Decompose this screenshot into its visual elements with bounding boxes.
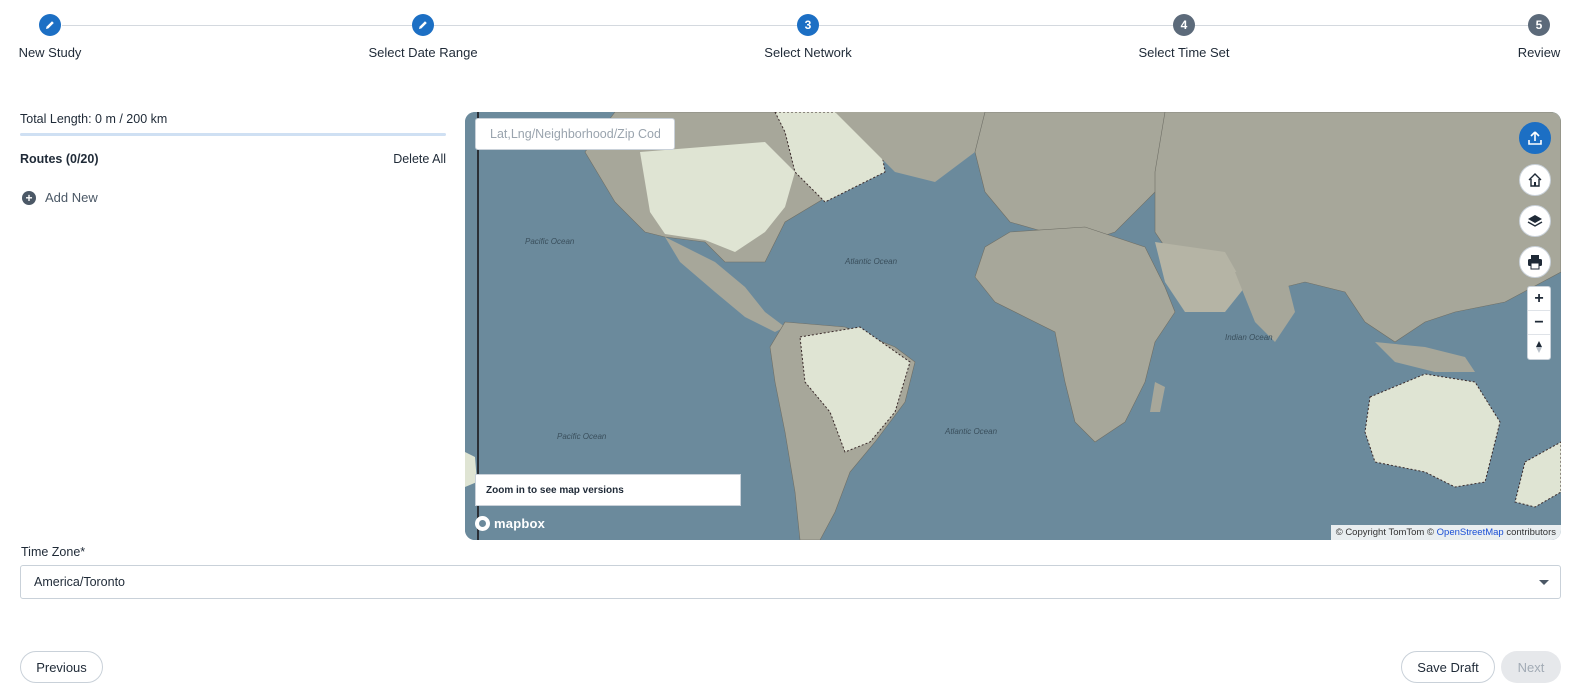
edit-icon [412,14,434,36]
step-number: 4 [1173,14,1195,36]
time-zone-value: America/Toronto [34,575,126,589]
length-progress-bar [20,133,446,136]
step-label: Select Date Range [368,45,478,60]
step-new-study[interactable]: New Study [0,14,150,60]
compass-icon [1536,341,1542,353]
time-zone-label: Time Zone* [21,545,86,559]
home-icon [1528,173,1542,187]
routes-header: Routes (0/20) Delete All [20,152,446,166]
add-new-route-button[interactable]: + Add New [20,190,446,205]
next-button[interactable]: Next [1501,651,1561,683]
step-number: 3 [797,14,819,36]
zoom-controls: + − [1527,286,1551,360]
mapbox-logo: mapbox [475,516,545,531]
openstreetmap-link[interactable]: OpenStreetMap [1437,527,1504,538]
step-label: Review [1517,45,1561,60]
ocean-label: Atlantic Ocean [844,257,898,266]
plus-circle-icon: + [22,190,36,205]
save-draft-button[interactable]: Save Draft [1401,651,1495,683]
map-attribution: © Copyright TomTom © OpenStreetMap contr… [1330,525,1561,540]
upload-icon [1528,131,1542,145]
zoom-hint-banner: Zoom in to see map versions [475,474,741,506]
print-icon [1528,255,1542,270]
layers-icon [1527,215,1543,227]
caret-down-icon [1539,580,1549,585]
step-review[interactable]: 5 Review [1439,14,1590,60]
step-number: 5 [1528,14,1550,36]
home-button[interactable] [1519,164,1551,196]
edit-icon [39,14,61,36]
print-button[interactable] [1519,246,1551,278]
upload-button[interactable] [1519,122,1551,154]
step-select-network[interactable]: 3 Select Network [708,14,908,60]
step-label: New Study [18,45,82,60]
zoom-in-button[interactable]: + [1528,287,1550,311]
time-zone-select[interactable]: America/Toronto [20,565,1561,599]
map-view[interactable]: Pacific Ocean Atlantic Ocean Indian Ocea… [465,112,1561,540]
step-label: Select Time Set [1138,45,1230,60]
total-length-text: Total Length: 0 m / 200 km [20,112,168,126]
routes-count-title: Routes (0/20) [20,152,99,166]
compass-button[interactable] [1528,335,1550,359]
ocean-label: Indian Ocean [1225,333,1273,342]
ocean-label: Pacific Ocean [557,432,607,441]
step-label: Select Network [764,45,852,60]
mapbox-logo-icon [475,516,490,531]
ocean-label: Pacific Ocean [525,237,575,246]
mapbox-logo-text: mapbox [494,516,546,531]
zoom-out-button[interactable]: − [1528,311,1550,335]
layers-button[interactable] [1519,205,1551,237]
routes-panel: Total Length: 0 m / 200 km Routes (0/20)… [20,110,446,205]
delete-all-button[interactable]: Delete All [393,152,446,166]
ocean-label: Atlantic Ocean [944,427,998,436]
progress-stepper: New Study Select Date Range 3 Select Net… [0,0,1590,80]
previous-button[interactable]: Previous [20,651,103,683]
step-select-date-range[interactable]: Select Date Range [323,14,523,60]
location-search-input[interactable] [475,118,675,150]
step-select-time-set[interactable]: 4 Select Time Set [1084,14,1284,60]
attribution-text: © Copyright TomTom © [1335,527,1434,538]
attribution-suffix: contributors [1506,527,1556,538]
add-new-label: Add New [45,190,98,205]
